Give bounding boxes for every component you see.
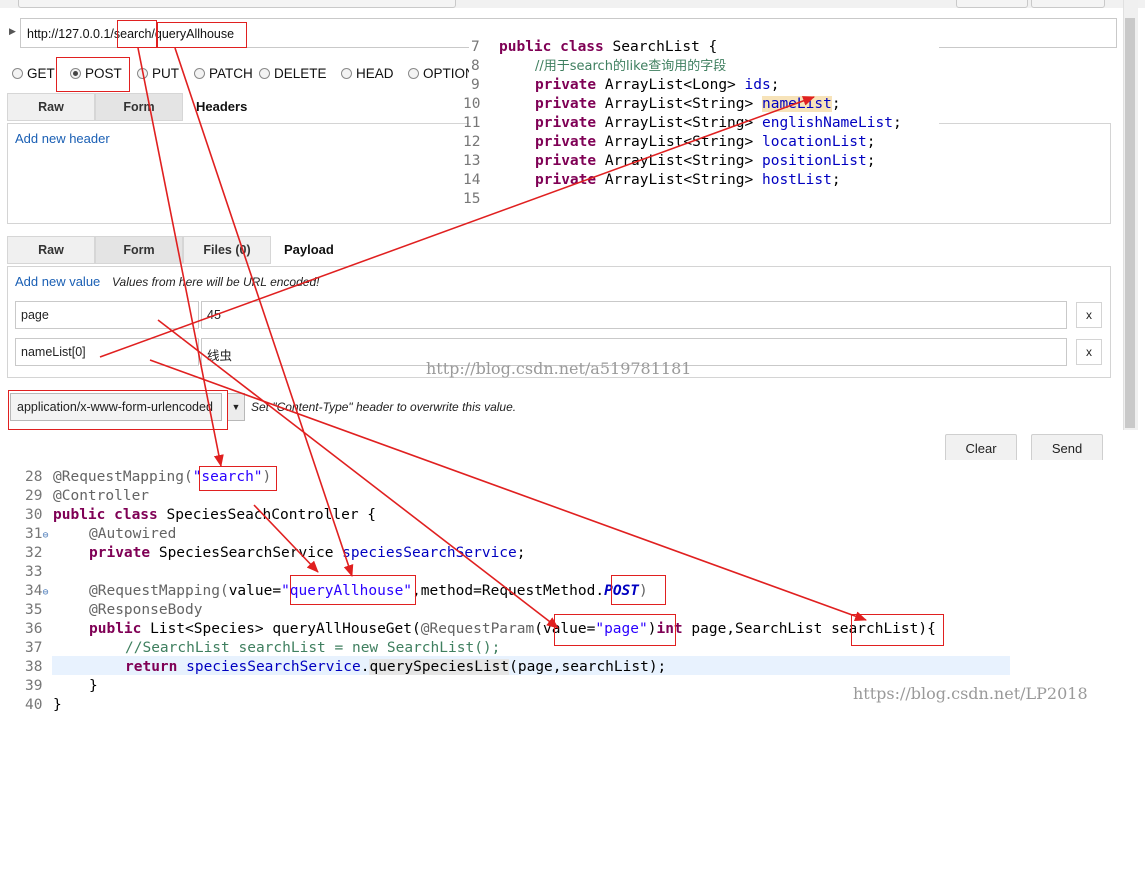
arrow-queryallhouse-to-mapping — [174, 47, 354, 577]
annotation-arrows — [99, 47, 867, 629]
arrow-url-search-to-mapping — [137, 47, 224, 467]
arrow-page-to-param — [157, 319, 559, 629]
arrow-search-to-queryallhouse — [253, 504, 319, 573]
arrow-namelist-to-field — [99, 96, 815, 358]
arrow-namelist-to-searchlist — [149, 359, 867, 621]
